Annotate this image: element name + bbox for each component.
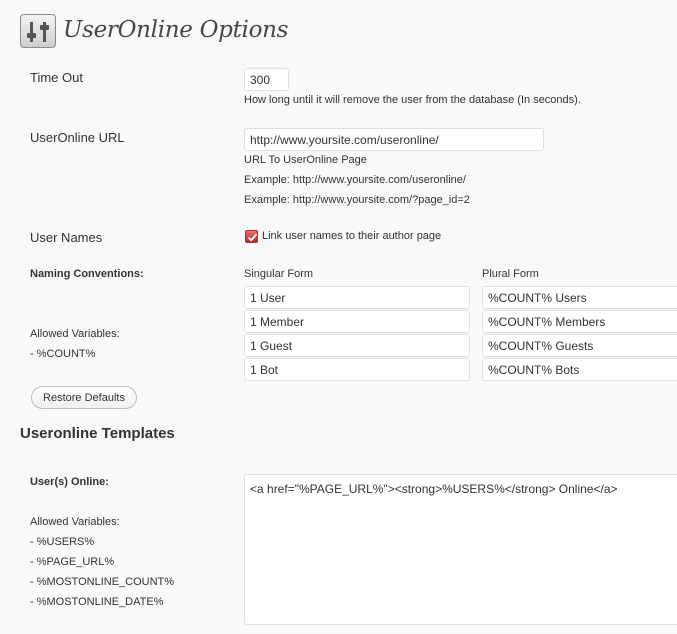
singular-bot-input[interactable] <box>244 358 470 381</box>
naming-allowed-variables-label: Allowed Variables: <box>30 328 120 340</box>
plural-users-input[interactable] <box>482 286 677 309</box>
timeout-label: Time Out <box>30 70 83 85</box>
template-variable-page-url: - %PAGE_URL% <box>30 556 115 568</box>
checkmark-icon <box>247 233 258 242</box>
url-help: URL To UserOnline Page <box>244 154 367 166</box>
settings-sliders-icon <box>20 14 56 48</box>
naming-allowed-variable: - %COUNT% <box>30 348 96 360</box>
users-online-label: User(s) Online: <box>30 476 109 488</box>
singular-user-input[interactable] <box>244 286 470 309</box>
link-user-names-label: Link user names to their author page <box>262 230 442 242</box>
singular-member-input[interactable] <box>244 310 470 333</box>
plural-members-input[interactable] <box>482 310 677 333</box>
users-online-template-textarea[interactable]: <a href="%PAGE_URL%"><strong>%USERS%</st… <box>244 474 677 625</box>
template-variable-mostonline-count: - %MOSTONLINE_COUNT% <box>30 576 175 588</box>
templates-heading: Useronline Templates <box>20 425 175 442</box>
naming-conventions-label: Naming Conventions: <box>30 268 144 280</box>
user-names-label: User Names <box>30 230 103 245</box>
template-variable-users: - %USERS% <box>30 536 95 548</box>
link-user-names-checkbox[interactable] <box>245 230 258 243</box>
plural-form-header: Plural Form <box>482 268 539 280</box>
template-variable-mostonline-date: - %MOSTONLINE_DATE% <box>30 596 164 608</box>
plural-guests-input[interactable] <box>482 334 677 357</box>
timeout-input[interactable] <box>244 68 289 91</box>
url-label: UserOnline URL <box>30 130 125 145</box>
url-example-2: Example: http://www.yoursite.com/?page_i… <box>244 194 470 206</box>
page-title: UserOnline Options <box>63 17 289 43</box>
url-example-1: Example: http://www.yoursite.com/useronl… <box>244 174 466 186</box>
plural-bots-input[interactable] <box>482 358 677 381</box>
restore-defaults-button[interactable]: Restore Defaults <box>31 386 137 409</box>
singular-guest-input[interactable] <box>244 334 470 357</box>
timeout-help: How long until it will remove the user f… <box>244 94 581 106</box>
template-allowed-variables-label: Allowed Variables: <box>30 516 120 528</box>
singular-form-header: Singular Form <box>244 268 314 280</box>
url-input[interactable] <box>244 128 544 151</box>
